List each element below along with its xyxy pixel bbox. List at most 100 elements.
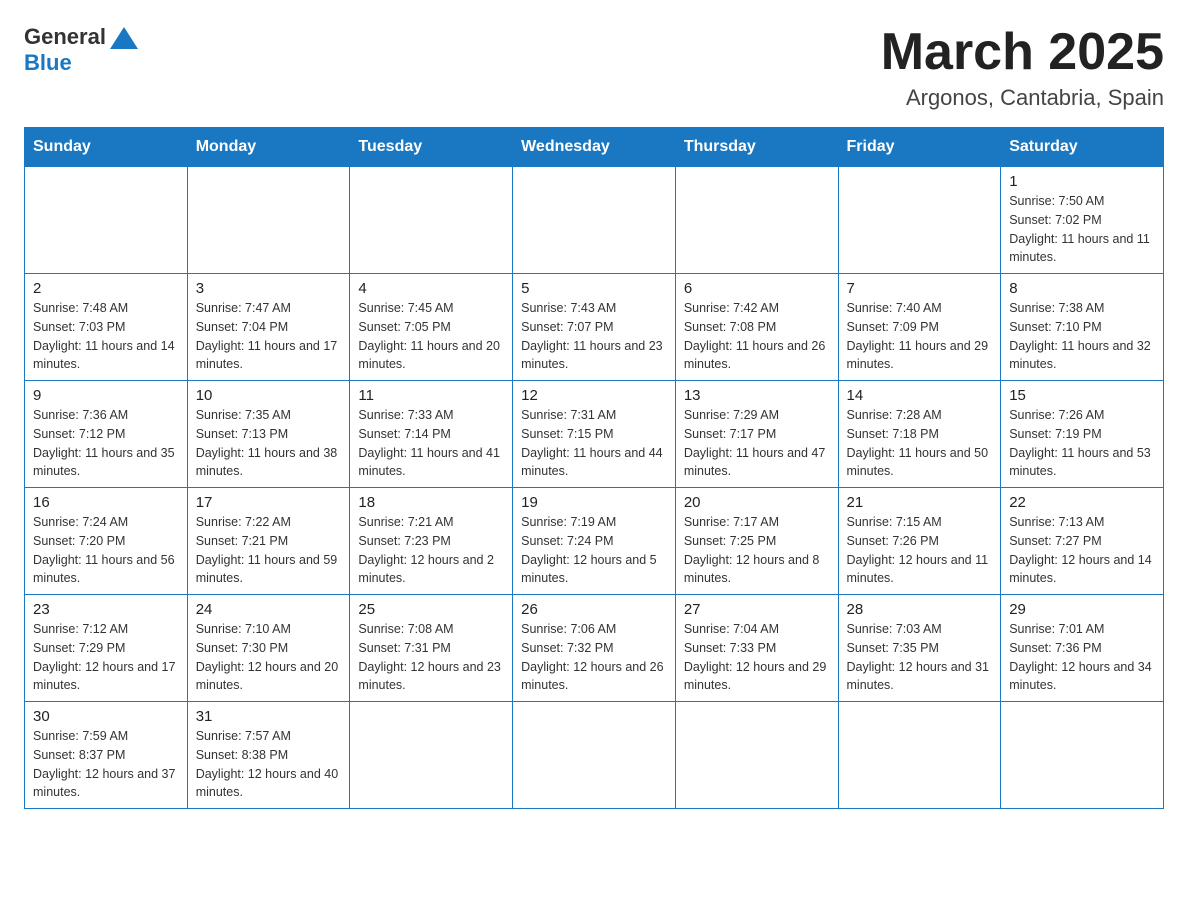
day-number: 19 (521, 494, 667, 511)
day-number: 20 (684, 494, 830, 511)
day-number: 11 (358, 387, 504, 404)
calendar-cell: 26 Sunrise: 7:06 AMSunset: 7:32 PMDayligh… (513, 595, 676, 702)
calendar-week-2: 2Sunrise: 7:48 AMSunset: 7:03 PMDaylight… (25, 274, 1164, 381)
weekday-header-friday: Friday (838, 128, 1001, 167)
day-number: 15 (1009, 387, 1155, 404)
calendar-cell: 18 Sunrise: 7:21 AMSunset: 7:23 PMDayligh… (350, 488, 513, 595)
day-info: Sunrise: 7:43 AMSunset: 7:07 PMDaylight:… (521, 299, 667, 374)
day-info: Sunrise: 7:01 AMSunset: 7:36 PMDaylight:… (1009, 620, 1155, 695)
day-info: Sunrise: 7:57 AMSunset: 8:38 PMDaylight:… (196, 727, 342, 802)
day-info: Sunrise: 7:17 AMSunset: 7:25 PMDaylight:… (684, 513, 830, 588)
day-number: 27 (684, 601, 830, 618)
day-number: 12 (521, 387, 667, 404)
calendar-cell: 25 Sunrise: 7:08 AMSunset: 7:31 PMDayligh… (350, 595, 513, 702)
day-number: 6 (684, 280, 830, 297)
calendar-cell (350, 702, 513, 809)
logo: General Blue (24, 24, 138, 76)
title-section: March 2025 Argonos, Cantabria, Spain (881, 24, 1164, 111)
day-number: 16 (33, 494, 179, 511)
day-number: 31 (196, 708, 342, 725)
calendar-cell: 12Sunrise: 7:31 AMSunset: 7:15 PMDayligh… (513, 381, 676, 488)
day-info: Sunrise: 7:35 AMSunset: 7:13 PMDaylight:… (196, 406, 342, 481)
day-number: 10 (196, 387, 342, 404)
day-number: 28 (847, 601, 993, 618)
day-info: Sunrise: 7:13 AMSunset: 7:27 PMDaylight:… (1009, 513, 1155, 588)
weekday-header-tuesday: Tuesday (350, 128, 513, 167)
day-info: Sunrise: 7:03 AMSunset: 7:35 PMDaylight:… (847, 620, 993, 695)
logo-blue-text: Blue (24, 50, 72, 76)
day-info: Sunrise: 7:19 AMSunset: 7:24 PMDaylight:… (521, 513, 667, 588)
day-info: Sunrise: 7:33 AMSunset: 7:14 PMDaylight:… (358, 406, 504, 481)
day-number: 4 (358, 280, 504, 297)
calendar-cell: 2Sunrise: 7:48 AMSunset: 7:03 PMDaylight… (25, 274, 188, 381)
day-number: 21 (847, 494, 993, 511)
calendar-cell (1001, 702, 1164, 809)
calendar-cell: 9 Sunrise: 7:36 AMSunset: 7:12 PMDaylight… (25, 381, 188, 488)
day-number: 18 (358, 494, 504, 511)
day-info: Sunrise: 7:47 AMSunset: 7:04 PMDaylight:… (196, 299, 342, 374)
calendar-cell: 3 Sunrise: 7:47 AMSunset: 7:04 PMDaylight… (187, 274, 350, 381)
calendar-cell: 30Sunrise: 7:59 AMSunset: 8:37 PMDayligh… (25, 702, 188, 809)
day-number: 3 (196, 280, 342, 297)
day-info: Sunrise: 7:59 AMSunset: 8:37 PMDaylight:… (33, 727, 179, 802)
calendar-week-6: 30Sunrise: 7:59 AMSunset: 8:37 PMDayligh… (25, 702, 1164, 809)
day-info: Sunrise: 7:29 AMSunset: 7:17 PMDaylight:… (684, 406, 830, 481)
calendar-cell: 31 Sunrise: 7:57 AMSunset: 8:38 PMDayligh… (187, 702, 350, 809)
day-info: Sunrise: 7:28 AMSunset: 7:18 PMDaylight:… (847, 406, 993, 481)
day-info: Sunrise: 7:40 AMSunset: 7:09 PMDaylight:… (847, 299, 993, 374)
day-info: Sunrise: 7:21 AMSunset: 7:23 PMDaylight:… (358, 513, 504, 588)
day-info: Sunrise: 7:12 AMSunset: 7:29 PMDaylight:… (33, 620, 179, 695)
day-number: 7 (847, 280, 993, 297)
day-info: Sunrise: 7:45 AMSunset: 7:05 PMDaylight:… (358, 299, 504, 374)
weekday-header-wednesday: Wednesday (513, 128, 676, 167)
day-number: 9 (33, 387, 179, 404)
calendar-cell: 10 Sunrise: 7:35 AMSunset: 7:13 PMDayligh… (187, 381, 350, 488)
day-number: 29 (1009, 601, 1155, 618)
day-number: 13 (684, 387, 830, 404)
calendar-cell: 27 Sunrise: 7:04 AMSunset: 7:33 PMDayligh… (675, 595, 838, 702)
day-number: 2 (33, 280, 179, 297)
calendar-cell: 28 Sunrise: 7:03 AMSunset: 7:35 PMDayligh… (838, 595, 1001, 702)
month-title: March 2025 (881, 24, 1164, 81)
calendar-cell (513, 167, 676, 274)
calendar-cell (25, 167, 188, 274)
day-number: 25 (358, 601, 504, 618)
calendar-cell: 29 Sunrise: 7:01 AMSunset: 7:36 PMDayligh… (1001, 595, 1164, 702)
calendar-cell: 6 Sunrise: 7:42 AMSunset: 7:08 PMDaylight… (675, 274, 838, 381)
calendar-cell (838, 167, 1001, 274)
day-number: 24 (196, 601, 342, 618)
day-number: 17 (196, 494, 342, 511)
day-info: Sunrise: 7:04 AMSunset: 7:33 PMDaylight:… (684, 620, 830, 695)
calendar-cell: 11 Sunrise: 7:33 AMSunset: 7:14 PMDayligh… (350, 381, 513, 488)
day-number: 14 (847, 387, 993, 404)
page-header: General Blue March 2025 Argonos, Cantabr… (24, 24, 1164, 111)
day-info: Sunrise: 7:36 AMSunset: 7:12 PMDaylight:… (33, 406, 179, 481)
calendar-cell: 7 Sunrise: 7:40 AMSunset: 7:09 PMDaylight… (838, 274, 1001, 381)
calendar-header-row: SundayMondayTuesdayWednesdayThursdayFrid… (25, 128, 1164, 167)
calendar-table: SundayMondayTuesdayWednesdayThursdayFrid… (24, 127, 1164, 809)
calendar-cell (187, 167, 350, 274)
logo-general-text: General (24, 24, 106, 50)
calendar-cell: 13 Sunrise: 7:29 AMSunset: 7:17 PMDayligh… (675, 381, 838, 488)
day-info: Sunrise: 7:10 AMSunset: 7:30 PMDaylight:… (196, 620, 342, 695)
day-info: Sunrise: 7:42 AMSunset: 7:08 PMDaylight:… (684, 299, 830, 374)
calendar-cell: 1 Sunrise: 7:50 AMSunset: 7:02 PMDaylight… (1001, 167, 1164, 274)
day-number: 26 (521, 601, 667, 618)
day-info: Sunrise: 7:50 AMSunset: 7:02 PMDaylight:… (1009, 192, 1155, 267)
calendar-week-1: 1 Sunrise: 7:50 AMSunset: 7:02 PMDaylight… (25, 167, 1164, 274)
day-info: Sunrise: 7:24 AMSunset: 7:20 PMDaylight:… (33, 513, 179, 588)
calendar-week-4: 16 Sunrise: 7:24 AMSunset: 7:20 PMDayligh… (25, 488, 1164, 595)
calendar-cell: 21 Sunrise: 7:15 AMSunset: 7:26 PMDayligh… (838, 488, 1001, 595)
calendar-cell (350, 167, 513, 274)
weekday-header-monday: Monday (187, 128, 350, 167)
calendar-cell: 19 Sunrise: 7:19 AMSunset: 7:24 PMDayligh… (513, 488, 676, 595)
day-info: Sunrise: 7:15 AMSunset: 7:26 PMDaylight:… (847, 513, 993, 588)
day-info: Sunrise: 7:08 AMSunset: 7:31 PMDaylight:… (358, 620, 504, 695)
calendar-cell: 24 Sunrise: 7:10 AMSunset: 7:30 PMDayligh… (187, 595, 350, 702)
weekday-header-sunday: Sunday (25, 128, 188, 167)
day-number: 1 (1009, 173, 1155, 190)
calendar-week-3: 9 Sunrise: 7:36 AMSunset: 7:12 PMDaylight… (25, 381, 1164, 488)
day-number: 5 (521, 280, 667, 297)
day-info: Sunrise: 7:06 AMSunset: 7:32 PMDaylight:… (521, 620, 667, 695)
day-info: Sunrise: 7:38 AMSunset: 7:10 PMDaylight:… (1009, 299, 1155, 374)
